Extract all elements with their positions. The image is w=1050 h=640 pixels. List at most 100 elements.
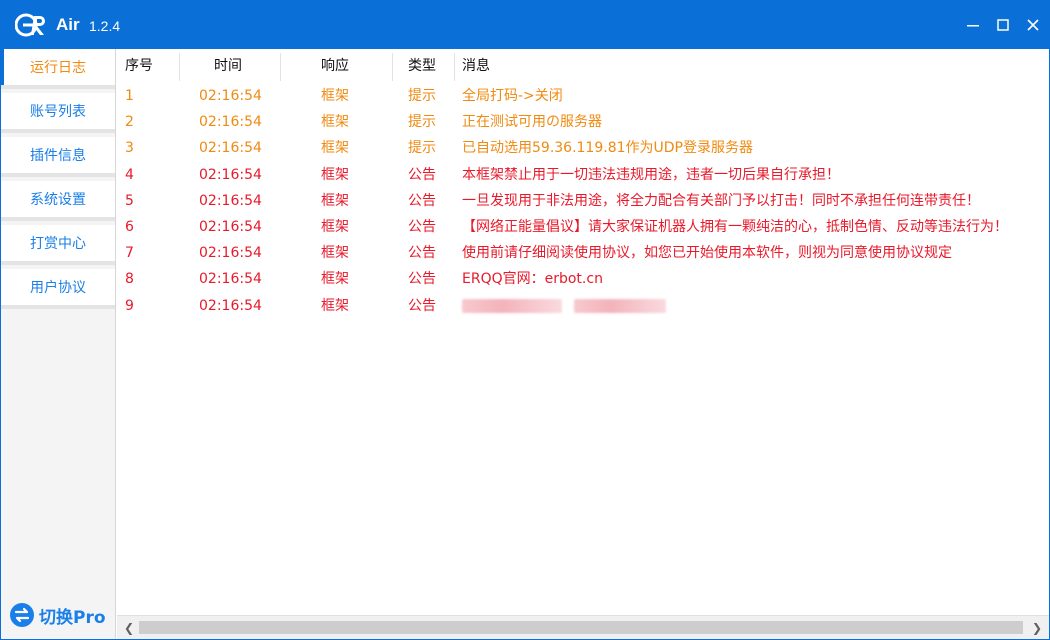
row-index: 3	[125, 140, 134, 157]
row-message: 【网络正能量倡议】请大家保证机器人拥有一颗纯洁的心，抵制色情、反动等违法行为！	[462, 219, 1008, 235]
table-header: 序号 时间 响应 类型 消息	[117, 49, 1049, 83]
chevron-right-icon: ❯	[1031, 621, 1043, 635]
row-time: 02:16:54	[199, 166, 262, 183]
row-type: 公告	[408, 271, 436, 288]
sidebar-item-run-log[interactable]: 运行日志	[1, 49, 115, 89]
row-response: 框架	[321, 114, 349, 131]
sidebar-item-donation-center[interactable]: 打赏中心	[1, 225, 115, 265]
row-response: 框架	[321, 88, 349, 104]
table-row[interactable]: 5 02:16:54 框架 公告 一旦发现用于非法用途，将全力配合有关部门予以打击！同时…	[117, 188, 1049, 214]
row-message: ERQQ官网：erbot.cn	[462, 271, 603, 288]
sidebar-item-label: 用户协议	[30, 280, 86, 296]
table-row[interactable]: 7 02:16:54 框架 公告 使用前请仔细阅读使用协议，如您已开始使用本软件，则视为…	[117, 240, 1049, 266]
scroll-right-button[interactable]: ❯	[1029, 620, 1045, 636]
row-type: 提示	[408, 140, 436, 157]
scrollbar-thumb[interactable]	[139, 621, 1023, 634]
chevron-left-icon: ❮	[123, 621, 135, 635]
row-response: 框架	[321, 166, 349, 183]
minimize-button[interactable]	[961, 13, 985, 37]
row-type: 提示	[408, 88, 436, 104]
row-type: 公告	[408, 219, 436, 235]
sidebar-item-label: 打赏中心	[30, 236, 86, 252]
row-index: 7	[125, 245, 134, 262]
column-header-time[interactable]: 时间	[214, 49, 242, 83]
row-message: 一旦发现用于非法用途，将全力配合有关部门予以打击！同时不承担任何连带责任！	[462, 192, 980, 209]
row-time: 02:16:54	[199, 192, 262, 209]
row-message: 正在测试可用の服务器	[462, 114, 602, 131]
row-type: 提示	[408, 114, 436, 131]
row-type: 公告	[408, 245, 436, 262]
sidebar-item-plugin-info[interactable]: 插件信息	[1, 137, 115, 177]
column-divider[interactable]	[454, 53, 455, 81]
switch-icon	[10, 603, 34, 627]
table-row[interactable]: 9 02:16:54 框架 公告	[117, 293, 1049, 319]
sidebar-item-label: 系统设置	[30, 192, 86, 208]
column-header-index[interactable]: 序号	[125, 49, 153, 83]
app-window: Air 1.2.4 运行日志 账号列表 插件信息 系统设置 打赏中心 用户协议	[0, 0, 1050, 640]
row-time: 02:16:54	[199, 245, 262, 262]
er-logo-icon	[15, 13, 45, 37]
column-header-type[interactable]: 类型	[408, 49, 436, 83]
redacted-text	[462, 298, 562, 313]
table-row[interactable]: 3 02:16:54 框架 提示 已自动选用59.36.119.81作为UDP登录服务器	[117, 135, 1049, 161]
close-icon	[1027, 19, 1039, 31]
sidebar-item-label: 运行日志	[30, 60, 86, 76]
horizontal-scrollbar[interactable]: ❮ ❯	[117, 615, 1049, 639]
row-message	[462, 293, 666, 319]
row-response: 框架	[321, 219, 349, 235]
column-divider[interactable]	[280, 53, 281, 81]
log-table: 序号 时间 响应 类型 消息 1 02:16:54 框架 提示 全局打码->关闭 2 02:…	[117, 49, 1049, 615]
redacted-text	[574, 298, 666, 313]
column-divider[interactable]	[392, 53, 393, 81]
close-button[interactable]	[1021, 13, 1045, 37]
table-row[interactable]: 1 02:16:54 框架 提示 全局打码->关闭	[117, 83, 1049, 109]
switch-pro-button[interactable]: 切换Pro	[9, 601, 106, 629]
row-type: 公告	[408, 166, 436, 183]
row-message: 已自动选用59.36.119.81作为UDP登录服务器	[462, 140, 753, 157]
row-type: 公告	[408, 192, 436, 209]
row-response: 框架	[321, 140, 349, 157]
row-index: 5	[125, 192, 134, 209]
row-response: 框架	[321, 271, 349, 288]
table-row[interactable]: 6 02:16:54 框架 公告 【网络正能量倡议】请大家保证机器人拥有一颗纯洁的心，抵…	[117, 214, 1049, 240]
table-row[interactable]: 4 02:16:54 框架 公告 本框架禁止用于一切违法违规用途，违者一切后果自行承担！	[117, 162, 1049, 188]
row-time: 02:16:54	[199, 297, 262, 314]
row-response: 框架	[321, 192, 349, 209]
row-time: 02:16:54	[199, 88, 262, 104]
row-index: 6	[125, 219, 134, 235]
column-divider[interactable]	[179, 53, 180, 81]
row-message: 全局打码->关闭	[462, 88, 563, 104]
row-time: 02:16:54	[199, 114, 262, 131]
row-type: 公告	[408, 297, 436, 314]
sidebar-item-account-list[interactable]: 账号列表	[1, 93, 115, 133]
row-response: 框架	[321, 297, 349, 314]
maximize-button[interactable]	[991, 13, 1015, 37]
row-time: 02:16:54	[199, 271, 262, 288]
row-time: 02:16:54	[199, 140, 262, 157]
column-header-response[interactable]: 响应	[321, 49, 349, 83]
row-index: 8	[125, 271, 134, 288]
row-index: 1	[125, 88, 134, 104]
maximize-icon	[997, 19, 1009, 31]
table-row[interactable]: 8 02:16:54 框架 公告 ERQQ官网：erbot.cn	[117, 266, 1049, 292]
row-time: 02:16:54	[199, 219, 262, 235]
app-name: Air	[56, 15, 80, 34]
app-version: 1.2.4	[89, 18, 121, 34]
table-row[interactable]: 2 02:16:54 框架 提示 正在测试可用の服务器	[117, 109, 1049, 135]
scroll-left-button[interactable]: ❮	[121, 620, 137, 636]
title-bar[interactable]: Air 1.2.4	[1, 1, 1049, 49]
row-message: 使用前请仔细阅读使用协议，如您已开始使用本软件，则视为同意使用协议规定	[462, 245, 952, 262]
row-response: 框架	[321, 245, 349, 262]
minimize-icon	[967, 25, 979, 27]
sidebar-item-label: 插件信息	[30, 148, 86, 164]
sidebar-item-label: 账号列表	[30, 104, 86, 120]
column-header-message[interactable]: 消息	[462, 49, 490, 83]
row-message: 本框架禁止用于一切违法违规用途，违者一切后果自行承担！	[462, 166, 840, 183]
row-index: 4	[125, 166, 134, 183]
sidebar-item-system-settings[interactable]: 系统设置	[1, 181, 115, 221]
sidebar-item-user-agreement[interactable]: 用户协议	[1, 269, 115, 309]
sidebar: 运行日志 账号列表 插件信息 系统设置 打赏中心 用户协议 切换Pro	[1, 49, 116, 639]
row-index: 2	[125, 114, 134, 131]
switch-pro-label: 切换Pro	[39, 607, 106, 628]
row-index: 9	[125, 297, 134, 314]
